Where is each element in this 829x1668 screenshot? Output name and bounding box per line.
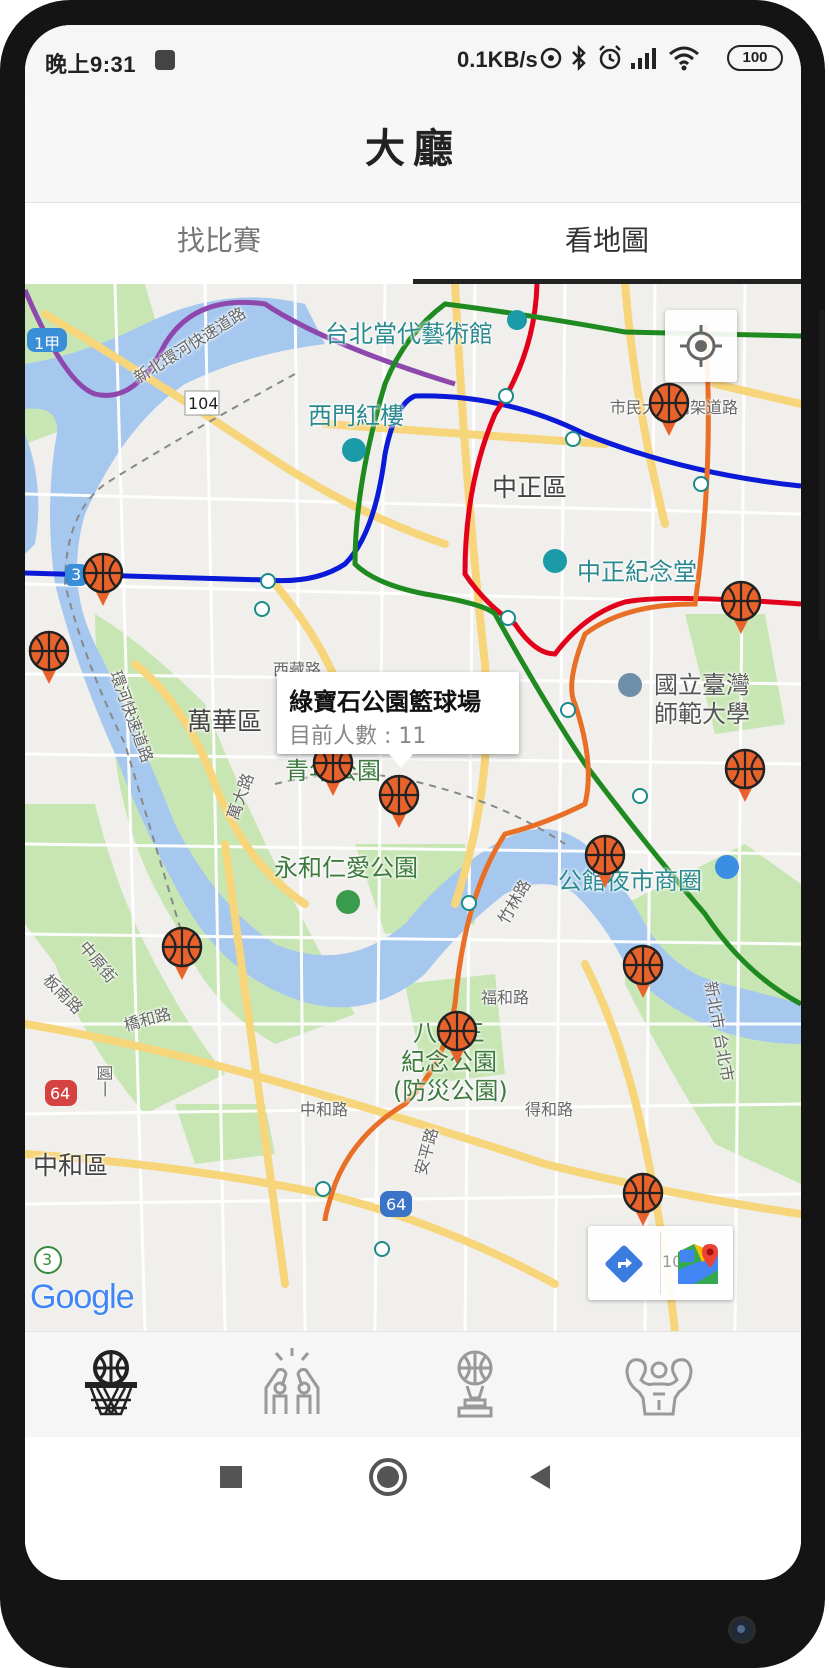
phone-frame: 晚上9:31 0.1KB/s 100 大廳 找比賽 看地圖 1甲 104 3 6… [0,0,825,1668]
basketball-court-pin[interactable] [377,774,421,830]
toolbar-divider [660,1232,661,1294]
route-104-label: 104 [188,394,219,413]
directions-icon[interactable] [602,1242,646,1286]
system-navigation-bar [25,1437,801,1580]
basketball-court-pin[interactable] [719,580,763,636]
basketball-icon [648,382,690,436]
basketball-icon [724,748,766,802]
recent-apps-button[interactable] [213,1459,249,1495]
map-view[interactable]: 1甲 104 3 64 64 3 台北當代藝術館 西門紅樓 中正區 中正紀念堂 … [25,284,801,1331]
hotspot-icon [540,47,562,69]
route-64-label: 64 [50,1084,71,1103]
basketball-court-pin[interactable] [621,1172,665,1228]
network-speed: 0.1KB/s [457,47,538,72]
street-guoyi: 國一 [95,1064,115,1098]
map-label-memorial-park-3: (防災公園) [393,1077,508,1105]
street-fuhe: 福和路 [481,988,530,1007]
google-logo-text: Google [30,1278,135,1316]
wifi-icon [669,46,699,71]
basketball-court-pin[interactable] [81,552,125,608]
street-zhonghe: 中和路 [300,1100,349,1119]
basketball-icon [161,926,203,980]
google-logo: Google [30,1278,135,1317]
alarm-icon [599,45,621,70]
map-label-yonghe-park: 永和仁愛公園 [274,854,418,882]
crosshair-icon [680,325,722,367]
route-64b-label: 64 [386,1195,407,1214]
basketball-icon [720,580,762,634]
nav-courts[interactable] [71,1344,151,1424]
nav-tournaments[interactable] [435,1344,515,1424]
app-header: 大廳 [25,97,801,203]
basketball-court-pin[interactable] [27,630,71,686]
basketball-icon [82,552,124,606]
status-time: 晚上9:31 [45,52,137,77]
basketball-court-pin[interactable] [435,1010,479,1066]
muscle-icon [625,1358,693,1416]
map-label-wanhua: 萬華區 [187,707,263,736]
street-dehe: 得和路 [525,1100,574,1119]
basketball-court-pin[interactable] [621,944,665,1000]
map-label-cks-memorial: 中正紀念堂 [577,558,697,586]
map-label-zhongzheng: 中正區 [492,473,568,502]
bottom-navigation [25,1331,801,1438]
nav-friends[interactable] [252,1344,332,1424]
tab-view-map[interactable]: 看地圖 [413,203,801,284]
high-five-icon [264,1348,320,1414]
map-label-ntnu-2: 師範大學 [654,700,750,728]
basketball-icon [378,774,420,828]
tab-find-games[interactable]: 找比賽 [25,203,413,284]
battery-indicator: 100 [727,45,783,71]
basketball-icon [28,630,70,684]
google-maps-icon[interactable] [674,1240,722,1288]
basketball-hoop-icon [85,1350,137,1416]
my-location-button[interactable] [665,310,737,382]
screen: 晚上9:31 0.1KB/s 100 大廳 找比賽 看地圖 1甲 104 3 6… [25,25,801,1580]
route-3b-label: 3 [42,1250,53,1269]
basketball-icon [622,1172,664,1226]
map-label-arts-museum: 台北當代藝術館 [325,320,493,348]
court-player-count: 目前人數 : 11 [289,724,427,749]
route-1jia-label: 1甲 [34,334,61,353]
basketball-icon [584,834,626,888]
phone-side-button [819,310,825,640]
basketball-court-pin[interactable] [647,382,691,438]
route-3-label: 3 [71,565,82,584]
court-name: 綠寶石公園籃球場 [289,688,481,716]
nav-profile[interactable] [619,1344,699,1424]
back-button[interactable] [522,1459,558,1495]
map-label-zhonghe: 中和區 [33,1151,109,1180]
map-toolbar: 10 [588,1226,733,1300]
front-camera [728,1616,756,1644]
basketball-icon [436,1010,478,1064]
page-title: 大廳 [365,126,461,172]
basketball-icon [622,944,664,998]
basketball-court-pin[interactable] [583,834,627,890]
basketball-court-pin[interactable] [723,748,767,804]
basketball-court-pin[interactable] [160,926,204,982]
home-button[interactable] [366,1455,410,1499]
court-info-window[interactable]: 綠寶石公園籃球場 目前人數 : 11 [277,672,519,768]
tab-bar: 找比賽 看地圖 [25,203,801,284]
trophy-icon [457,1350,493,1418]
notification-icon [155,50,175,70]
map-label-ximen: 西門紅樓 [308,402,404,430]
bluetooth-icon [572,44,586,72]
map-label-gongguan: 公館夜市商圈 [558,867,702,895]
signal-icon [631,48,656,69]
status-bar: 晚上9:31 0.1KB/s 100 [25,25,801,97]
